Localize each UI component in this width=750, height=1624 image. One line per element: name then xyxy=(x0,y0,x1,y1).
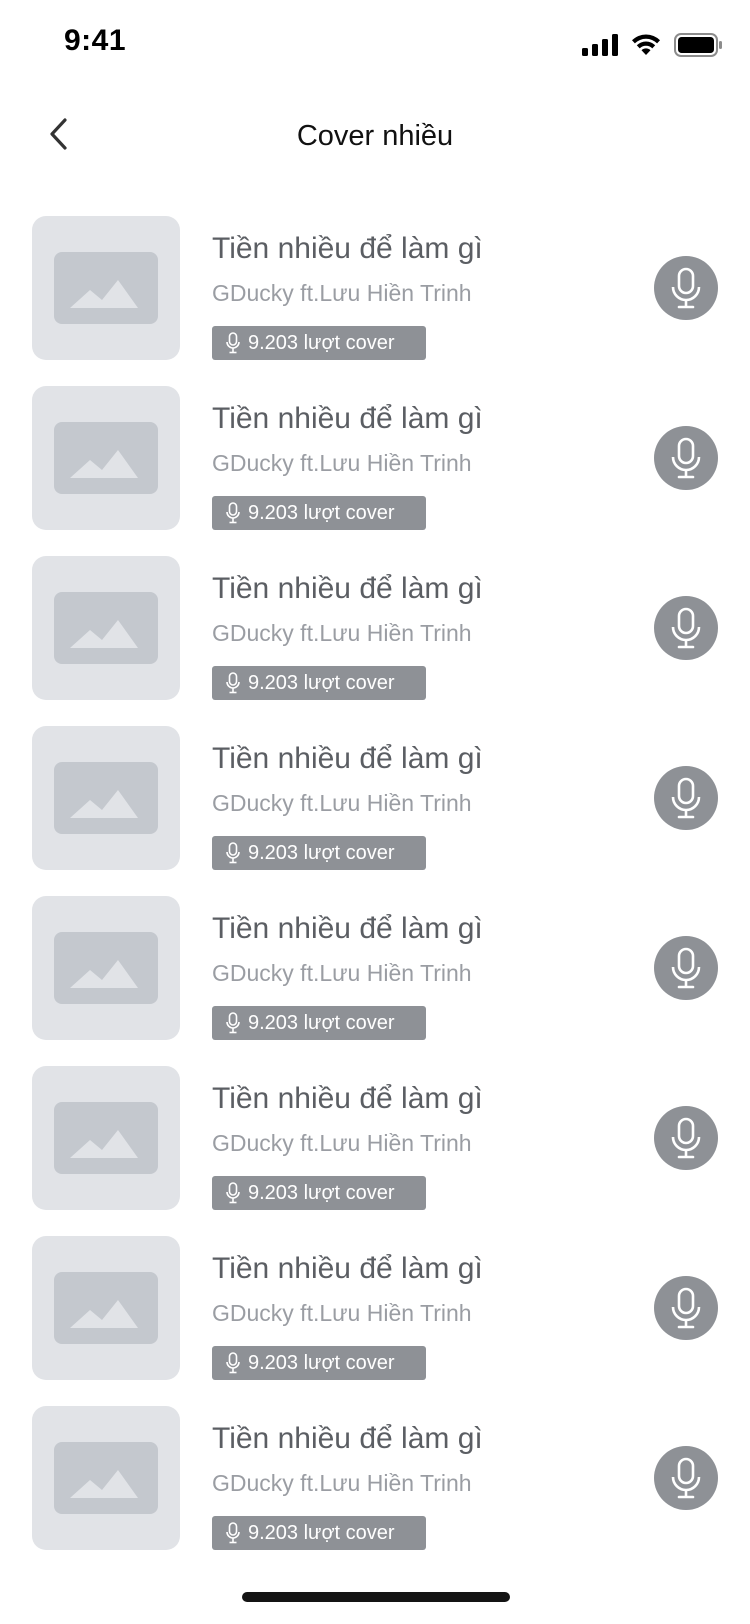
song-thumbnail xyxy=(32,1066,180,1210)
microphone-icon xyxy=(226,1182,240,1204)
list-item[interactable]: Tiền nhiều để làm gì GDucky ft.Lưu Hiền … xyxy=(0,726,750,870)
song-artist: GDucky ft.Lưu Hiền Trinh xyxy=(212,620,472,646)
image-placeholder-icon xyxy=(54,762,158,834)
image-placeholder-icon xyxy=(54,1272,158,1344)
cover-count: 9.203 lượt cover xyxy=(248,1181,395,1204)
song-artist: GDucky ft.Lưu Hiền Trinh xyxy=(212,1130,472,1156)
status-icons xyxy=(582,30,722,60)
image-placeholder-icon xyxy=(54,1102,158,1174)
cover-count-badge: 9.203 lượt cover xyxy=(212,1346,426,1380)
cellular-signal-icon xyxy=(582,34,618,56)
list-item[interactable]: Tiền nhiều để làm gì GDucky ft.Lưu Hiền … xyxy=(0,216,750,360)
cover-count-badge: 9.203 lượt cover xyxy=(212,496,426,530)
song-title: Tiền nhiều để làm gì xyxy=(212,1252,483,1285)
song-thumbnail xyxy=(32,386,180,530)
song-thumbnail xyxy=(32,726,180,870)
microphone-icon xyxy=(226,332,240,354)
list-item[interactable]: Tiền nhiều để làm gì GDucky ft.Lưu Hiền … xyxy=(0,896,750,1040)
image-placeholder-icon xyxy=(54,1442,158,1514)
record-button[interactable] xyxy=(654,256,718,320)
song-artist: GDucky ft.Lưu Hiền Trinh xyxy=(212,280,472,306)
song-artist: GDucky ft.Lưu Hiền Trinh xyxy=(212,450,472,476)
microphone-icon xyxy=(226,1352,240,1374)
cover-count-badge: 9.203 lượt cover xyxy=(212,1006,426,1040)
song-artist: GDucky ft.Lưu Hiền Trinh xyxy=(212,1300,472,1326)
song-thumbnail xyxy=(32,1406,180,1550)
song-thumbnail xyxy=(32,556,180,700)
microphone-icon xyxy=(226,672,240,694)
record-button[interactable] xyxy=(654,596,718,660)
microphone-icon xyxy=(226,842,240,864)
microphone-icon xyxy=(671,607,701,649)
microphone-icon xyxy=(671,947,701,989)
cover-count: 9.203 lượt cover xyxy=(248,501,395,524)
microphone-icon xyxy=(671,777,701,819)
record-button[interactable] xyxy=(654,1446,718,1510)
cover-count-badge: 9.203 lượt cover xyxy=(212,1516,426,1550)
cover-count: 9.203 lượt cover xyxy=(248,841,395,864)
list-item[interactable]: Tiền nhiều để làm gì GDucky ft.Lưu Hiền … xyxy=(0,556,750,700)
song-title: Tiền nhiều để làm gì xyxy=(212,1422,483,1455)
microphone-icon xyxy=(671,267,701,309)
song-title: Tiền nhiều để làm gì xyxy=(212,572,483,605)
microphone-icon xyxy=(671,1287,701,1329)
microphone-icon xyxy=(226,1522,240,1544)
song-title: Tiền nhiều để làm gì xyxy=(212,402,483,435)
cover-count-badge: 9.203 lượt cover xyxy=(212,1176,426,1210)
image-placeholder-icon xyxy=(54,422,158,494)
image-placeholder-icon xyxy=(54,252,158,324)
record-button[interactable] xyxy=(654,1106,718,1170)
record-button[interactable] xyxy=(654,936,718,1000)
list-item[interactable]: Tiền nhiều để làm gì GDucky ft.Lưu Hiền … xyxy=(0,386,750,530)
song-artist: GDucky ft.Lưu Hiền Trinh xyxy=(212,790,472,816)
list-item[interactable]: Tiền nhiều để làm gì GDucky ft.Lưu Hiền … xyxy=(0,1406,750,1550)
page-title: Cover nhiều xyxy=(296,120,454,152)
cover-count: 9.203 lượt cover xyxy=(248,1011,395,1034)
battery-icon xyxy=(674,33,722,57)
image-placeholder-icon xyxy=(54,932,158,1004)
song-thumbnail xyxy=(32,1236,180,1380)
status-time: 9:41 xyxy=(64,24,127,57)
wifi-icon xyxy=(632,34,660,55)
cover-count-badge: 9.203 lượt cover xyxy=(212,836,426,870)
song-artist: GDucky ft.Lưu Hiền Trinh xyxy=(212,960,472,986)
song-artist: GDucky ft.Lưu Hiền Trinh xyxy=(212,1470,472,1496)
record-button[interactable] xyxy=(654,766,718,830)
microphone-icon xyxy=(671,1117,701,1159)
microphone-icon xyxy=(226,502,240,524)
image-placeholder-icon xyxy=(54,592,158,664)
list-item[interactable]: Tiền nhiều để làm gì GDucky ft.Lưu Hiền … xyxy=(0,1236,750,1380)
status-bar: 9:41 xyxy=(0,0,750,90)
record-button[interactable] xyxy=(654,1276,718,1340)
cover-count: 9.203 lượt cover xyxy=(248,671,395,694)
home-indicator xyxy=(242,1592,510,1602)
record-button[interactable] xyxy=(654,426,718,490)
song-title: Tiền nhiều để làm gì xyxy=(212,1082,483,1115)
nav-bar: Cover nhiều xyxy=(0,100,750,180)
cover-count: 9.203 lượt cover xyxy=(248,331,395,354)
song-title: Tiền nhiều để làm gì xyxy=(212,912,483,945)
song-thumbnail xyxy=(32,896,180,1040)
cover-count-badge: 9.203 lượt cover xyxy=(212,326,426,360)
microphone-icon xyxy=(671,1457,701,1499)
list-item[interactable]: Tiền nhiều để làm gì GDucky ft.Lưu Hiền … xyxy=(0,1066,750,1210)
song-thumbnail xyxy=(32,216,180,360)
cover-count: 9.203 lượt cover xyxy=(248,1351,395,1374)
cover-count: 9.203 lượt cover xyxy=(248,1521,395,1544)
song-title: Tiền nhiều để làm gì xyxy=(212,232,483,265)
microphone-icon xyxy=(226,1012,240,1034)
cover-count-badge: 9.203 lượt cover xyxy=(212,666,426,700)
song-title: Tiền nhiều để làm gì xyxy=(212,742,483,775)
microphone-icon xyxy=(671,437,701,479)
